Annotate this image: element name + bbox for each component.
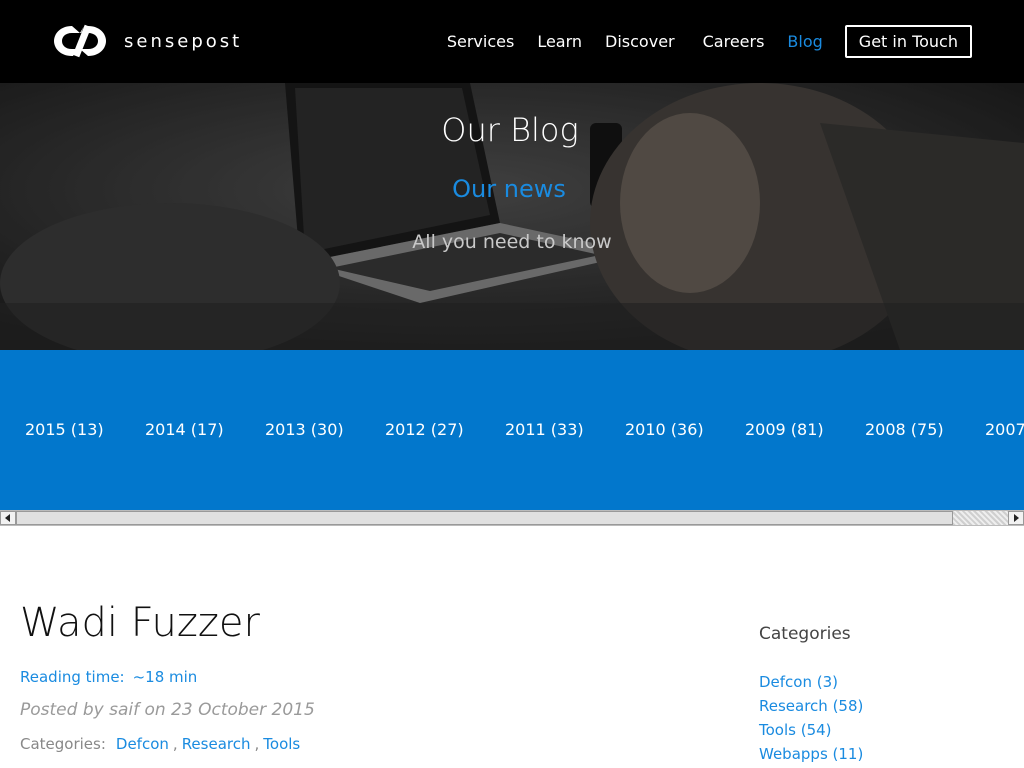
year-link-2009[interactable]: 2009 (81) <box>745 420 824 439</box>
sidebar-title: Categories <box>759 624 851 644</box>
reading-time-value: ~18 min <box>132 668 198 686</box>
category-link-tools[interactable]: Tools <box>263 735 300 753</box>
main-nav: Services Learn Discover Careers Blog Get… <box>424 0 972 83</box>
year-link-2007[interactable]: 2007 <box>985 420 1024 439</box>
article-title: Wadi Fuzzer <box>20 600 260 646</box>
site-header: sensepost Services Learn Discover Career… <box>0 0 1024 83</box>
category-link-defcon[interactable]: Defcon <box>116 735 169 753</box>
year-link-2014[interactable]: 2014 (17) <box>145 420 224 439</box>
year-link-2013[interactable]: 2013 (30) <box>265 420 344 439</box>
nav-discover[interactable]: Discover <box>605 32 675 51</box>
arrow-left-icon <box>5 514 10 522</box>
year-link-2015[interactable]: 2015 (13) <box>25 420 104 439</box>
scrollbar-track[interactable] <box>953 511 1008 525</box>
brand-logo[interactable]: sensepost <box>50 20 242 62</box>
article-categories: Categories: Defcon, Research, Tools <box>20 735 301 753</box>
hero-banner: Our Blog Our news All you need to know <box>0 83 1024 350</box>
get-in-touch-button[interactable]: Get in Touch <box>844 25 972 58</box>
hero-title: Our Blog <box>441 111 579 149</box>
post-meta: Posted by saif on 23 October 2015 <box>20 700 315 720</box>
scroll-right-button[interactable] <box>1008 511 1024 525</box>
nav-services[interactable]: Services <box>447 32 514 51</box>
hero-subtitle[interactable]: Our news <box>0 175 1018 203</box>
sidebar-item-webapps[interactable]: Webapps (11) <box>759 744 863 768</box>
scrollbar-thumb[interactable] <box>16 511 953 525</box>
year-link-2010[interactable]: 2010 (36) <box>625 420 704 439</box>
categories-label: Categories: <box>20 735 106 753</box>
sidebar-item-research[interactable]: Research (58) <box>759 696 863 720</box>
year-link-2008[interactable]: 2008 (75) <box>865 420 944 439</box>
sensepost-logo-icon <box>54 23 106 59</box>
nav-learn[interactable]: Learn <box>537 32 582 51</box>
year-archive-strip: 2015 (13) 2014 (17) 2013 (30) 2012 (27) … <box>0 350 1024 510</box>
nav-blog[interactable]: Blog <box>787 32 822 51</box>
sidebar-item-tools[interactable]: Tools (54) <box>759 720 863 744</box>
brand-name: sensepost <box>124 30 243 52</box>
reading-time: Reading time: ~18 min <box>20 668 197 686</box>
hero-tagline: All you need to know <box>412 231 612 253</box>
arrow-right-icon <box>1014 514 1019 522</box>
category-link-research[interactable]: Research <box>182 735 251 753</box>
nav-careers[interactable]: Careers <box>703 32 765 51</box>
sidebar-category-list: Defcon (3) Research (58) Tools (54) Weba… <box>759 672 863 768</box>
sidebar-item-defcon[interactable]: Defcon (3) <box>759 672 863 696</box>
year-link-2011[interactable]: 2011 (33) <box>505 420 584 439</box>
reading-time-label: Reading time: <box>20 668 125 686</box>
year-link-2012[interactable]: 2012 (27) <box>385 420 464 439</box>
year-strip-scrollbar[interactable] <box>0 510 1024 526</box>
scroll-left-button[interactable] <box>0 511 16 525</box>
